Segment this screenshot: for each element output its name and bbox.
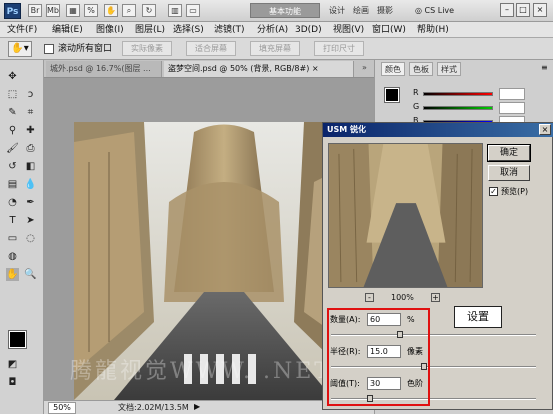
zoom-level-icon[interactable]: % xyxy=(84,4,98,17)
menu-file[interactable]: 文件(F) xyxy=(6,23,38,37)
menu-layer[interactable]: 图层(L) xyxy=(134,23,166,37)
crop-tool-icon[interactable]: ⌗ xyxy=(24,106,37,119)
scroll-all-label: 滚动所有窗口 xyxy=(58,44,113,54)
quick-mask-icon[interactable]: ◘ xyxy=(6,376,19,389)
workspace-design[interactable]: 设计 xyxy=(326,4,348,17)
workspace-paint[interactable]: 绘画 xyxy=(350,4,372,17)
3d-rotate-tool-icon[interactable]: ◌ xyxy=(24,232,37,245)
menu-bar: 文件(F) 编辑(E) 图像(I) 图层(L) 选择(S) 滤镜(T) 分析(A… xyxy=(0,22,553,38)
type-tool-icon[interactable]: T xyxy=(6,214,19,227)
scroll-all-checkbox[interactable] xyxy=(44,44,54,54)
marquee-tool-icon[interactable]: ⬚ xyxy=(6,88,19,101)
menu-analysis[interactable]: 分析(A) xyxy=(256,23,289,37)
green-value[interactable] xyxy=(499,102,525,114)
grid-icon[interactable]: ▦ xyxy=(66,4,80,17)
panel-menu-icon[interactable]: ≡ xyxy=(541,63,548,72)
zoom-tool-icon[interactable]: 🔍 xyxy=(24,268,37,281)
ok-button[interactable]: 确定 xyxy=(487,144,531,162)
rotate-icon[interactable]: ↻ xyxy=(142,4,156,17)
menu-view[interactable]: 视图(V) xyxy=(332,23,365,37)
cancel-button[interactable]: 取消 xyxy=(488,165,530,181)
eyedropper-tool-icon[interactable]: ⚲ xyxy=(6,124,19,137)
toolbox: ✥ ⬚ ↄ ✎ ⌗ ⚲ ✚ 🖌 ⎙ ↺ ◧ ▤ 💧 ◔ ✒ T ➤ ▭ ◌ ◍ … xyxy=(0,60,44,414)
default-colors-icon[interactable]: ◩ xyxy=(6,358,19,371)
screen-mode-icon[interactable]: ▭ xyxy=(186,4,200,17)
brush-tool-icon[interactable]: 🖌 xyxy=(6,142,19,155)
channel-g-label: G xyxy=(413,102,420,111)
menu-select[interactable]: 选择(S) xyxy=(172,23,205,37)
red-value[interactable] xyxy=(499,88,525,100)
tab-inception[interactable]: 盗梦空间.psd @ 50% (背景, RGB/8#) × xyxy=(164,61,354,77)
3d-camera-tool-icon[interactable]: ◍ xyxy=(6,250,19,263)
options-bar: ✋▾ 滚动所有窗口 实际像素 适合屏幕 填充屏幕 打印尺寸 xyxy=(0,38,553,60)
maximize-button[interactable]: □ xyxy=(516,3,530,17)
watermark-text: 腾龍视觉WWW. .NET xyxy=(70,359,332,384)
channel-r-label: R xyxy=(413,88,419,97)
blur-tool-icon[interactable]: 💧 xyxy=(24,178,37,191)
tab-swatches[interactable]: 色板 xyxy=(409,62,433,76)
pen-tool-icon[interactable]: ✒ xyxy=(24,196,37,209)
tab-styles[interactable]: 样式 xyxy=(437,62,461,76)
title-bar: Ps Br Mb ▦ % ✋ ⌕ ↻ ▥ ▭ 基本功能 设计 绘画 摄影 ◎ C… xyxy=(0,0,553,22)
healing-tool-icon[interactable]: ✚ xyxy=(24,124,37,137)
tab-color[interactable]: 颜色 xyxy=(381,62,405,76)
history-brush-tool-icon[interactable]: ↺ xyxy=(6,160,19,173)
minimize-button[interactable]: – xyxy=(500,3,514,17)
move-tool-icon[interactable]: ✥ xyxy=(6,70,19,83)
menu-edit[interactable]: 编辑(E) xyxy=(51,23,84,37)
hand-tool-preset-icon[interactable]: ✋▾ xyxy=(8,41,32,57)
fit-screen-button[interactable]: 适合屏幕 xyxy=(186,41,236,56)
zoom-in-button[interactable]: + xyxy=(431,293,440,302)
tab-city[interactable]: 城外.psd @ 16.7%(图层 ... xyxy=(46,61,162,77)
green-slider[interactable] xyxy=(423,106,493,110)
path-select-tool-icon[interactable]: ➤ xyxy=(24,214,37,227)
workspace-selector[interactable]: 基本功能 xyxy=(250,3,320,18)
menu-window[interactable]: 窗口(W) xyxy=(371,23,407,37)
highlight-box xyxy=(327,308,430,406)
photoshop-logo: Ps xyxy=(4,3,21,19)
gradient-tool-icon[interactable]: ▤ xyxy=(6,178,19,191)
status-menu-icon[interactable]: ▶ xyxy=(194,402,200,411)
document-tab-bar: 城外.psd @ 16.7%(图层 ... 盗梦空间.psd @ 50% (背景… xyxy=(44,60,374,78)
menu-help[interactable]: 帮助(H) xyxy=(416,23,450,37)
cs-live-label: CS Live xyxy=(424,6,455,15)
workspace-photo[interactable]: 摄影 xyxy=(374,4,396,17)
print-size-button[interactable]: 打印尺寸 xyxy=(314,41,364,56)
dodge-tool-icon[interactable]: ◔ xyxy=(6,196,19,209)
preview-label: 预览(P) xyxy=(501,187,529,196)
hand-icon[interactable]: ✋ xyxy=(104,4,118,17)
panel-foreground-swatch[interactable] xyxy=(384,87,400,103)
menu-image[interactable]: 图像(I) xyxy=(95,23,125,37)
eraser-tool-icon[interactable]: ◧ xyxy=(24,160,37,173)
actual-pixels-button[interactable]: 实际像素 xyxy=(122,41,172,56)
clone-stamp-tool-icon[interactable]: ⎙ xyxy=(24,142,37,155)
mini-bridge-icon[interactable]: Mb xyxy=(46,4,60,17)
zoom-field[interactable]: 50% xyxy=(48,402,76,414)
preview-checkbox[interactable]: ✓ xyxy=(489,187,498,196)
fill-screen-button[interactable]: 填充屏幕 xyxy=(250,41,300,56)
lasso-tool-icon[interactable]: ↄ xyxy=(24,88,37,101)
foreground-color-swatch[interactable] xyxy=(8,330,27,349)
red-slider[interactable] xyxy=(423,92,493,96)
dialog-preview-image[interactable] xyxy=(328,143,483,288)
menu-filter[interactable]: 滤镜(T) xyxy=(213,23,246,37)
quick-select-tool-icon[interactable]: ✎ xyxy=(6,106,19,119)
dialog-title: USM 锐化 xyxy=(323,123,553,137)
arrange-icon[interactable]: ▥ xyxy=(168,4,182,17)
setting-callout: 设置 xyxy=(454,306,502,328)
document-info: 文档:2.02M/13.5M xyxy=(118,403,189,412)
menu-3d[interactable]: 3D(D) xyxy=(294,23,323,37)
tab-overflow-icon[interactable]: » xyxy=(362,63,367,72)
bridge-icon[interactable]: Br xyxy=(28,4,42,17)
zoom-out-button[interactable]: - xyxy=(365,293,374,302)
cs-live-icon: ◎ xyxy=(415,6,425,15)
preview-zoom-level: 100% xyxy=(391,293,414,302)
hand-tool-icon[interactable]: ✋ xyxy=(6,268,19,281)
zoom-icon[interactable]: ⌕ xyxy=(122,4,136,17)
shape-tool-icon[interactable]: ▭ xyxy=(6,232,19,245)
close-button[interactable]: × xyxy=(533,3,547,17)
dialog-close-button[interactable]: × xyxy=(539,124,551,135)
cs-live-button[interactable]: ◎ CS Live xyxy=(415,3,463,19)
